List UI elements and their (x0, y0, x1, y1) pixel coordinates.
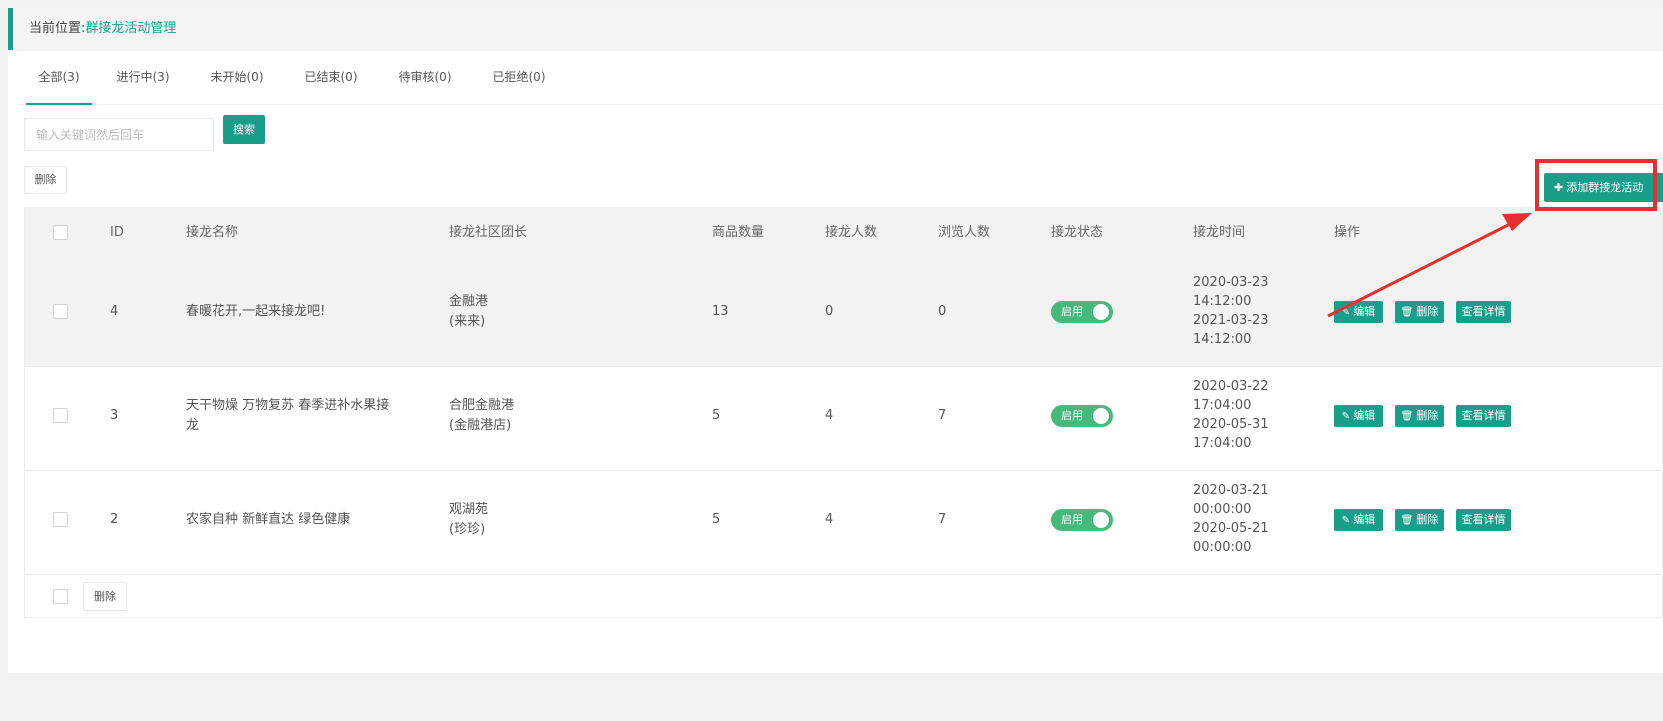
row-checkbox[interactable] (53, 408, 68, 423)
tab-rejected[interactable]: 已拒绝(0) (488, 51, 550, 104)
status-toggle-label: 启用 (1061, 513, 1083, 526)
pencil-icon: ✎ (1341, 307, 1351, 318)
edit-button[interactable]: ✎ 编辑 (1334, 301, 1383, 323)
annotation-highlight-box (1535, 159, 1657, 211)
row-time-end-date: 2020-05-31 (1193, 417, 1269, 432)
row-time-start-clock: 00:00:00 (1193, 502, 1252, 517)
row-goods-count: 5 (712, 408, 721, 423)
row-join-count: 4 (825, 408, 834, 423)
edit-button[interactable]: ✎ 编辑 (1334, 509, 1383, 531)
row-time-start-date: 2020-03-22 (1193, 379, 1269, 394)
row-leader-sub: (珍珍) (449, 522, 486, 537)
trash-icon: 🗑 (1400, 515, 1414, 526)
row-checkbox[interactable] (53, 304, 68, 319)
row-leader-sub: (金融港店) (449, 418, 512, 433)
status-toggle[interactable]: 启用 (1051, 405, 1113, 427)
tab-all[interactable]: 全部(3) (26, 51, 92, 105)
pencil-icon: ✎ (1341, 515, 1351, 526)
table-row: 4 春暖花开,一起来接龙吧! 金融港 (来来) 13 0 0 启用 2020-0… (25, 257, 1662, 367)
row-id: 4 (110, 304, 119, 319)
delete-button-bottom[interactable]: 删除 (83, 582, 127, 611)
delete-button[interactable]: 🗑 删除 (1395, 301, 1444, 323)
table-row: 3 天干物燥 万物复苏 春季进补水果接龙 合肥金融港 (金融港店) 5 4 7 … (25, 361, 1662, 471)
trash-icon: 🗑 (1400, 307, 1414, 318)
view-detail-button[interactable]: 查看详情 (1456, 301, 1511, 323)
search-input[interactable] (24, 118, 214, 151)
breadcrumb: 当前位置:群接龙活动管理 (8, 8, 1663, 50)
header-leader: 接龙社区团长 (449, 225, 528, 240)
delete-button[interactable]: 🗑 删除 (1395, 509, 1444, 531)
tab-ongoing[interactable]: 进行中(3) (112, 51, 174, 104)
header-actions: 操作 (1334, 225, 1361, 240)
pencil-icon: ✎ (1341, 411, 1351, 422)
table-header: ID 接龙名称 接龙社区团长 商品数量 接龙人数 浏览人数 接龙状态 接龙时间 … (25, 208, 1662, 257)
toggle-knob (1093, 512, 1109, 528)
row-leader: 观湖苑 (449, 502, 489, 517)
row-leader: 合肥金融港 (449, 398, 515, 413)
tab-not-started[interactable]: 未开始(0) (206, 51, 268, 104)
header-id: ID (110, 225, 124, 240)
row-time-end-clock: 17:04:00 (1193, 436, 1252, 451)
activity-table: ID 接龙名称 接龙社区团长 商品数量 接龙人数 浏览人数 接龙状态 接龙时间 … (24, 207, 1663, 618)
row-time-end-clock: 14:12:00 (1193, 332, 1252, 347)
status-tabs: 全部(3) 进行中(3) 未开始(0) 已结束(0) 待审核(0) 已拒绝(0) (18, 51, 1663, 105)
status-toggle-label: 启用 (1061, 409, 1083, 422)
row-time-start-clock: 14:12:00 (1193, 294, 1252, 309)
main-panel: 全部(3) 进行中(3) 未开始(0) 已结束(0) 待审核(0) 已拒绝(0)… (8, 51, 1663, 673)
breadcrumb-current[interactable]: 群接龙活动管理 (85, 21, 176, 36)
view-detail-button[interactable]: 查看详情 (1456, 405, 1511, 427)
row-goods-count: 5 (712, 512, 721, 527)
breadcrumb-prefix: 当前位置: (29, 21, 86, 36)
header-name: 接龙名称 (186, 225, 239, 240)
row-join-count: 0 (825, 304, 834, 319)
header-join-count: 接龙人数 (825, 225, 878, 240)
header-goods-count: 商品数量 (712, 225, 765, 240)
row-goods-count: 13 (712, 304, 729, 319)
row-name: 农家自种 新鲜直达 绿色健康 (186, 512, 351, 527)
tab-pending-review[interactable]: 待审核(0) (394, 51, 456, 104)
row-view-count: 7 (938, 408, 947, 423)
status-toggle[interactable]: 启用 (1051, 301, 1113, 323)
row-time-end-clock: 00:00:00 (1193, 540, 1252, 555)
row-time-end-date: 2021-03-23 (1193, 313, 1269, 328)
row-time-start-date: 2020-03-21 (1193, 483, 1269, 498)
row-id: 3 (110, 408, 119, 423)
select-all-checkbox[interactable] (53, 225, 68, 240)
row-name: 天干物燥 万物复苏 春季进补水果接龙 (186, 398, 390, 433)
status-toggle-label: 启用 (1061, 305, 1083, 318)
toggle-knob (1093, 408, 1109, 424)
delete-button[interactable]: 🗑 删除 (1395, 405, 1444, 427)
table-row: 2 农家自种 新鲜直达 绿色健康 观湖苑 (珍珍) 5 4 7 启用 2020-… (25, 465, 1662, 575)
search-button[interactable]: 搜索 (223, 115, 265, 144)
select-all-footer-checkbox[interactable] (53, 589, 68, 604)
row-join-count: 4 (825, 512, 834, 527)
trash-icon: 🗑 (1400, 411, 1414, 422)
row-leader: 金融港 (449, 294, 489, 309)
tab-ended[interactable]: 已结束(0) (300, 51, 362, 104)
row-view-count: 7 (938, 512, 947, 527)
header-status: 接龙状态 (1051, 225, 1104, 240)
row-time-end-date: 2020-05-21 (1193, 521, 1269, 536)
row-id: 2 (110, 512, 119, 527)
delete-button-top[interactable]: 删除 (24, 166, 67, 194)
row-leader-sub: (来来) (449, 314, 486, 329)
header-time: 接龙时间 (1193, 225, 1246, 240)
row-name: 春暖花开,一起来接龙吧! (186, 304, 326, 319)
status-toggle[interactable]: 启用 (1051, 509, 1113, 531)
header-view-count: 浏览人数 (938, 225, 991, 240)
row-checkbox[interactable] (53, 512, 68, 527)
row-time-start-clock: 17:04:00 (1193, 398, 1252, 413)
row-time-start-date: 2020-03-23 (1193, 275, 1269, 290)
toggle-knob (1093, 304, 1109, 320)
edit-button[interactable]: ✎ 编辑 (1334, 405, 1383, 427)
view-detail-button[interactable]: 查看详情 (1456, 509, 1511, 531)
row-view-count: 0 (938, 304, 947, 319)
